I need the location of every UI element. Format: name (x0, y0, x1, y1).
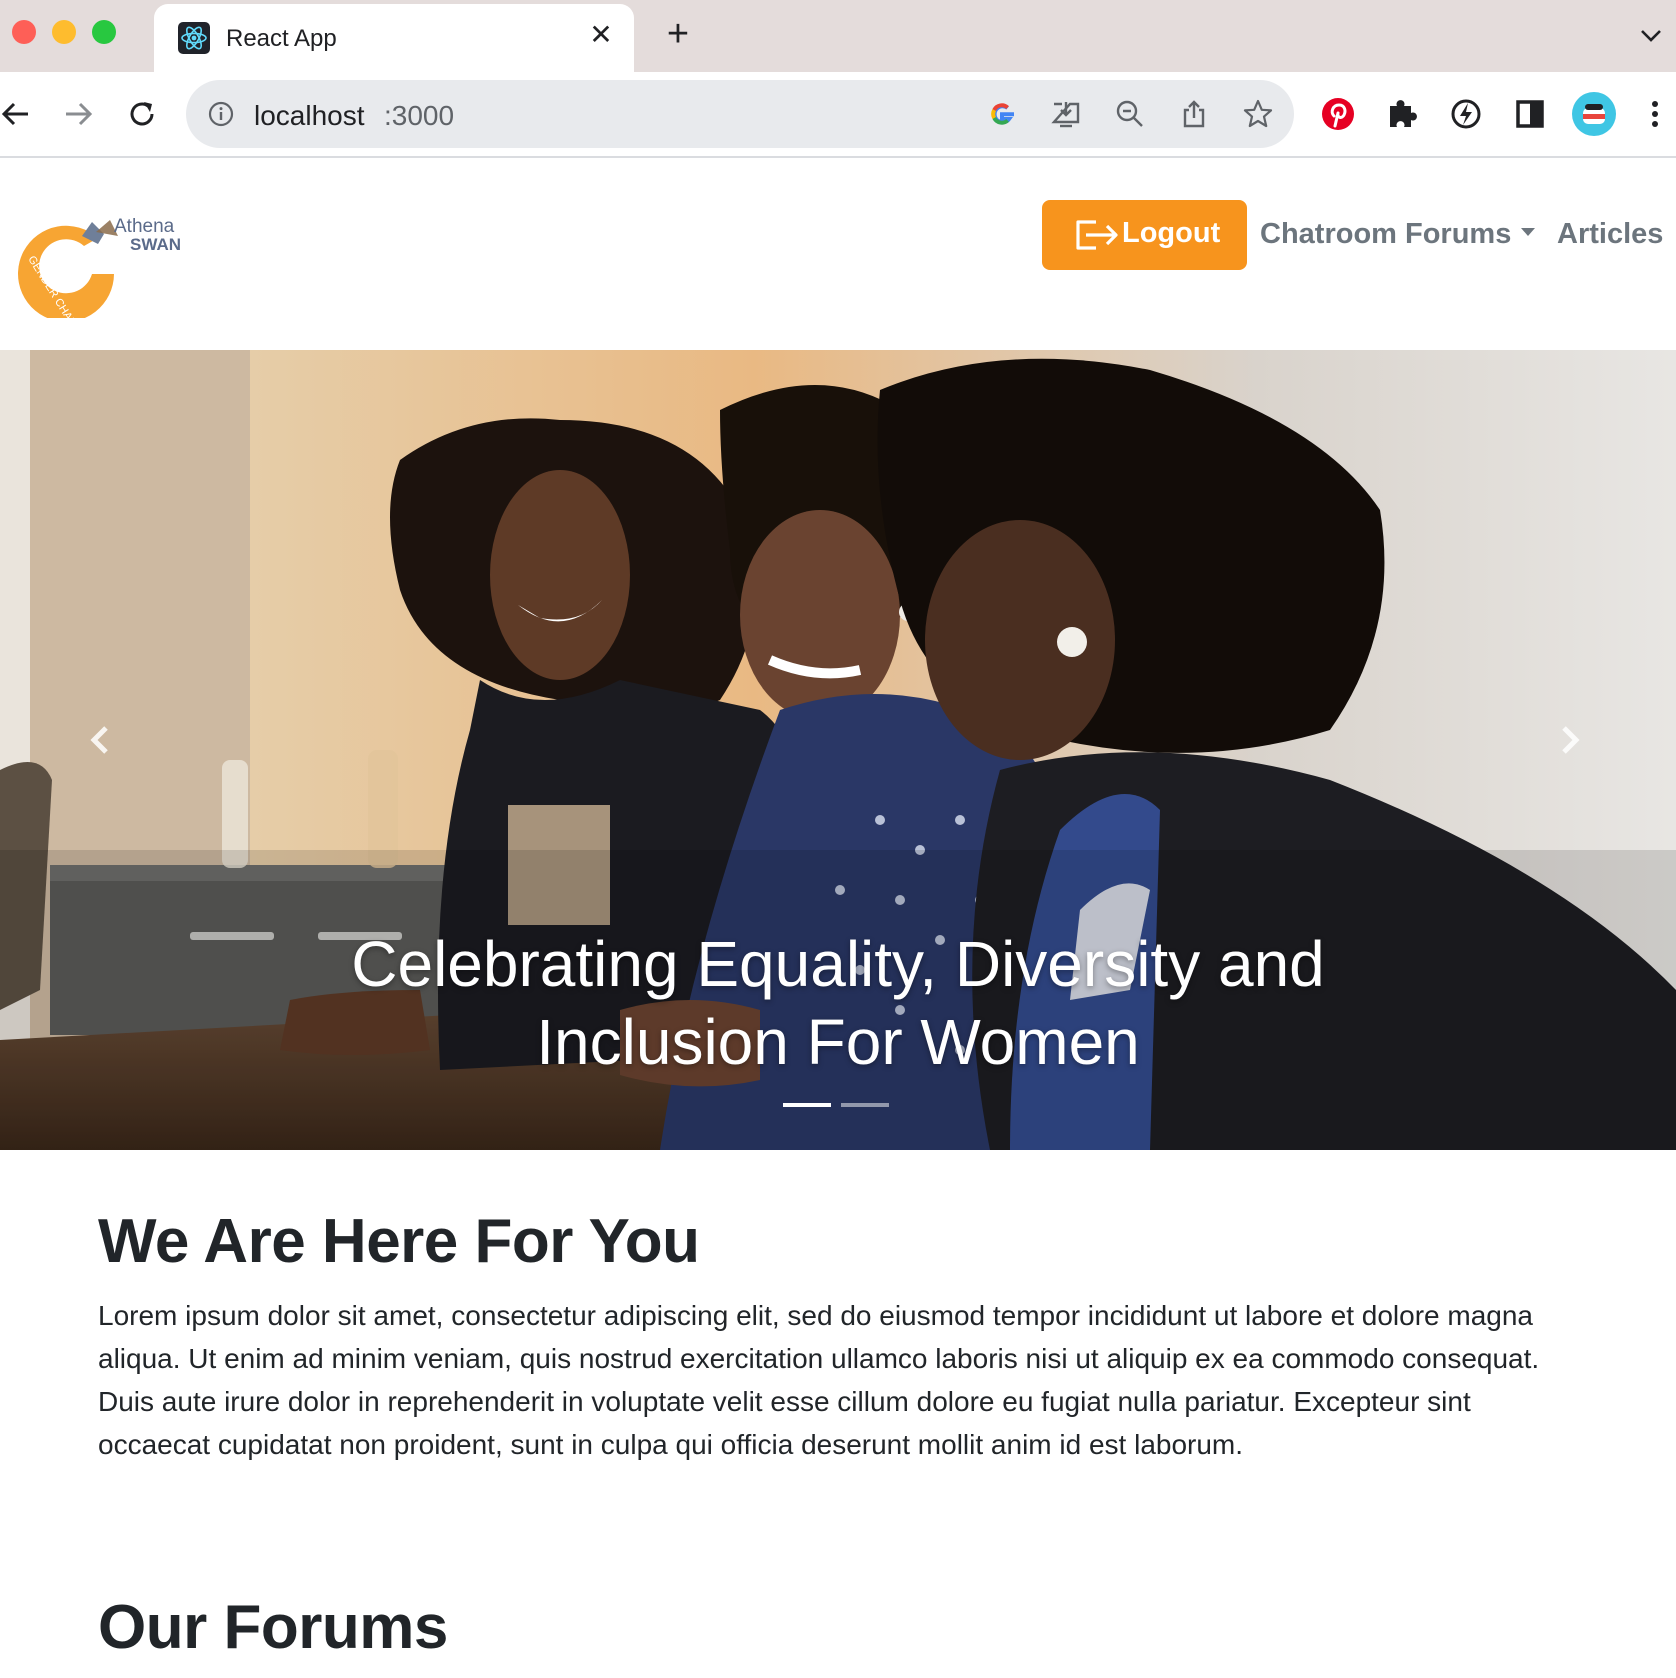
web-page: Athena SWAN GENDER CHARTER Logout Chatro… (0, 160, 1676, 1678)
chatroom-forums-label: Chatroom Forums (1260, 218, 1512, 250)
caret-down-icon (1521, 228, 1536, 237)
zoom-window-button[interactable] (92, 20, 116, 44)
caption-line-1: Celebrating Equality, Diversity and (351, 928, 1325, 1000)
logout-button[interactable]: Logout (1042, 200, 1247, 270)
articles-link[interactable]: Articles (1557, 218, 1663, 251)
browser-tab[interactable]: React App ✕ (154, 4, 634, 72)
carousel-indicators (783, 1103, 893, 1109)
intro-heading: We Are Here For You (98, 1207, 700, 1276)
hero-carousel: Celebrating Equality, Diversity and Incl… (0, 350, 1676, 1150)
pinterest-icon[interactable] (1318, 94, 1358, 134)
close-icon[interactable]: ✕ (584, 18, 618, 52)
tab-title: React App (226, 25, 337, 52)
puzzle-icon[interactable] (1382, 94, 1422, 134)
logout-icon (1074, 218, 1120, 252)
site-navbar: Athena SWAN GENDER CHARTER Logout Chatro… (0, 160, 1676, 350)
chevron-left-icon[interactable] (70, 710, 130, 770)
forums-heading: Our Forums (98, 1593, 448, 1662)
intro-paragraph: Lorem ipsum dolor sit amet, consectetur … (98, 1300, 1540, 1460)
chevron-right-icon[interactable] (1540, 710, 1600, 770)
google-icon[interactable] (986, 98, 1018, 130)
url-host: localhost (254, 100, 365, 131)
star-icon[interactable] (1242, 98, 1274, 130)
reload-icon[interactable] (122, 94, 162, 134)
close-window-button[interactable] (12, 20, 36, 44)
chevron-down-icon[interactable] (1636, 20, 1666, 50)
carousel-indicator-1[interactable] (783, 1103, 831, 1107)
carousel-indicator-2[interactable] (841, 1103, 889, 1107)
bolt-icon[interactable] (1446, 94, 1486, 134)
minimize-window-button[interactable] (52, 20, 76, 44)
back-arrow-icon[interactable] (0, 94, 36, 134)
zoom-out-icon[interactable] (1114, 98, 1146, 130)
avatar[interactable] (1572, 92, 1616, 136)
url-port: :3000 (384, 100, 455, 131)
share-icon[interactable] (1178, 98, 1210, 130)
sidebar-icon[interactable] (1510, 94, 1550, 134)
address-bar[interactable]: localhost :3000 (186, 80, 1294, 148)
logo-text-swan: SWAN (130, 235, 181, 254)
chatroom-forums-dropdown[interactable]: Chatroom Forums (1260, 218, 1536, 251)
athena-swan-logo[interactable]: Athena SWAN GENDER CHARTER (18, 208, 188, 348)
more-vert-icon[interactable] (1640, 94, 1670, 134)
install-icon[interactable] (1050, 98, 1082, 130)
logout-label: Logout (1122, 217, 1221, 249)
browser-toolbar: localhost :3000 (0, 72, 1676, 158)
caption-line-2: Inclusion For Women (536, 1006, 1140, 1078)
plus-icon[interactable]: + (660, 15, 696, 53)
logo-text-athena: Athena (114, 216, 175, 237)
browser-tab-strip: React App ✕ + (0, 0, 1676, 72)
info-icon[interactable] (208, 101, 234, 127)
react-icon (178, 22, 210, 54)
forward-arrow-icon[interactable] (58, 94, 98, 134)
carousel-caption: Celebrating Equality, Diversity and Incl… (300, 925, 1376, 1081)
